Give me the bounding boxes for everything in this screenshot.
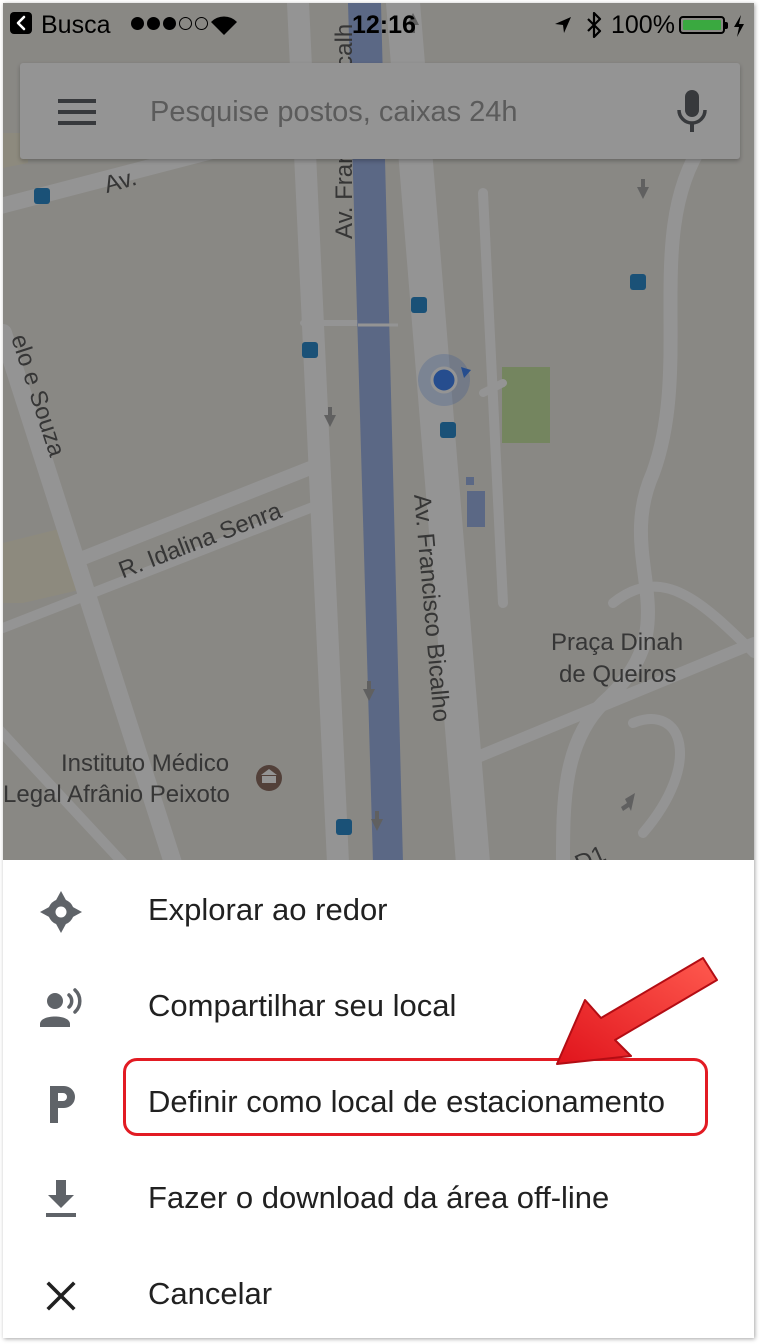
charging-icon [734, 15, 744, 37]
download-icon [46, 1180, 76, 1217]
menu-item-label: Cancelar [148, 1276, 273, 1311]
back-to-app-icon[interactable] [10, 12, 32, 34]
clock: 12:16 [352, 11, 416, 39]
close-icon [46, 1281, 76, 1311]
modal-scrim[interactable] [3, 3, 754, 863]
battery-icon [679, 16, 728, 34]
menu-item-label: Fazer o download da área off-line [148, 1180, 610, 1215]
cellular-signal-icon [131, 17, 208, 30]
back-to-app-label[interactable]: Busca [41, 11, 110, 40]
status-bar: Busca 12:16 100% [3, 3, 754, 47]
location-services-icon [555, 17, 571, 33]
share-location-icon [40, 988, 82, 1027]
bluetooth-icon [587, 12, 602, 38]
annotation-arrow-icon [556, 957, 718, 1065]
menu-item-label: Compartilhar seu local [148, 988, 457, 1023]
menu-item-download-offline[interactable]: Fazer o download da área off-line [3, 1148, 754, 1244]
parking-icon [50, 1086, 75, 1123]
wifi-icon [211, 16, 237, 35]
explore-icon [40, 891, 82, 933]
battery-percentage: 100% [611, 11, 675, 39]
menu-item-cancel[interactable]: Cancelar [3, 1244, 754, 1338]
menu-item-label: Explorar ao redor [148, 892, 388, 927]
phone-screen: Busca 12:16 100% Av. elo e Souza R. Idal… [3, 3, 754, 1338]
menu-item-explore[interactable]: Explorar ao redor [3, 860, 754, 956]
